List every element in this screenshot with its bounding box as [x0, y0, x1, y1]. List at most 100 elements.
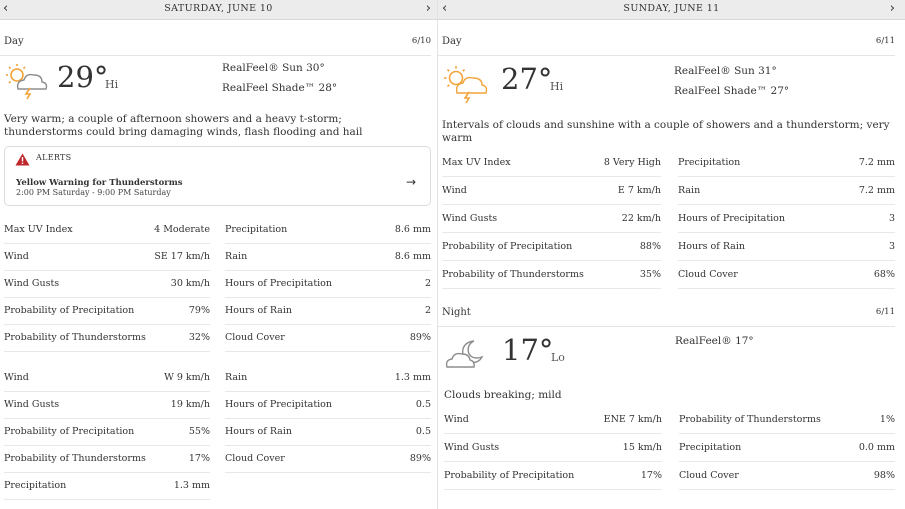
divider	[438, 326, 895, 327]
detail-value: 7.2 mm	[858, 157, 895, 168]
detail-row: Hours of Rain 3	[678, 234, 895, 261]
detail-label: Probability of Thunderstorms	[4, 332, 146, 343]
detail-row: Wind Gusts 19 km/h	[4, 392, 210, 419]
detail-label: Probability of Precipitation	[4, 305, 135, 316]
detail-label: Wind	[4, 372, 29, 383]
detail-value: 0.0 mm	[858, 442, 895, 453]
warning-icon	[15, 153, 30, 166]
detail-label: Precipitation	[4, 480, 67, 491]
alerts-label: ALERTS	[36, 153, 72, 162]
detail-value: 2	[424, 278, 431, 289]
detail-value: 8 Very High	[603, 157, 661, 168]
thunderstorm-sun-icon	[6, 64, 48, 100]
detail-label: Rain	[225, 372, 248, 383]
detail-value: 68%	[873, 269, 895, 280]
detail-row: Hours of Precipitation 2	[225, 271, 431, 298]
detail-value: 15 km/h	[622, 442, 662, 453]
day-high-temperature: 27°	[501, 62, 553, 96]
divider	[438, 55, 895, 56]
detail-label: Wind Gusts	[442, 213, 498, 224]
detail-label: Cloud Cover	[225, 453, 285, 464]
detail-label: Hours of Rain	[225, 426, 293, 437]
detail-row: Probability of Thunderstorms 32%	[4, 325, 210, 352]
detail-label: Hours of Rain	[225, 305, 293, 316]
detail-label: Probability of Thunderstorms	[679, 414, 821, 425]
detail-value: W 9 km/h	[164, 372, 210, 383]
date-navigation-bar: ‹ SUNDAY, JUNE 11 ›	[438, 0, 905, 20]
alert-title[interactable]: Yellow Warning for Thunderstorms	[16, 178, 183, 188]
detail-label: Wind	[4, 251, 29, 262]
date-navigation-bar: ‹ SATURDAY, JUNE 10 ›	[0, 0, 437, 20]
detail-value: 22 km/h	[621, 213, 661, 224]
detail-value: 19 km/h	[170, 399, 210, 410]
detail-label: Wind Gusts	[444, 442, 500, 453]
arrow-right-icon[interactable]: →	[406, 175, 416, 189]
detail-label: Probability of Thunderstorms	[4, 453, 146, 464]
detail-row: Probability of Thunderstorms 17%	[4, 446, 210, 473]
realfeel-sun: RealFeel® Sun 31°	[674, 65, 777, 77]
detail-label: Wind Gusts	[4, 278, 60, 289]
date-title: SATURDAY, JUNE 10	[164, 3, 273, 14]
realfeel-sun: RealFeel® Sun 30°	[222, 62, 325, 74]
detail-row: Wind SE 17 km/h	[4, 244, 210, 271]
detail-value: 0.5	[415, 399, 431, 410]
detail-row: Cloud Cover 68%	[678, 262, 895, 289]
detail-row: Probability of Precipitation 17%	[444, 463, 662, 490]
saturday-forecast-panel: ‹ SATURDAY, JUNE 10 › Day 6/10 29° Hi Re…	[0, 0, 437, 509]
detail-row: Probability of Precipitation 55%	[4, 419, 210, 446]
date-title: SUNDAY, JUNE 11	[623, 3, 720, 14]
hi-label: Hi	[550, 80, 564, 93]
detail-value: 4 Moderate	[154, 224, 210, 235]
detail-row: Cloud Cover 89%	[225, 446, 431, 473]
detail-row: Cloud Cover 98%	[679, 463, 895, 490]
thunderstorm-sun-icon	[444, 66, 488, 104]
detail-value: 8.6 mm	[394, 251, 431, 262]
detail-label: Max UV Index	[442, 157, 511, 168]
detail-row: Probability of Thunderstorms 1%	[679, 407, 895, 434]
night-description: Clouds breaking; mild	[444, 389, 562, 401]
detail-value: 1.3 mm	[394, 372, 431, 383]
detail-value: 79%	[188, 305, 210, 316]
detail-value: 17%	[188, 453, 210, 464]
hi-label: Hi	[105, 78, 119, 91]
day-date: 6/11	[875, 36, 895, 46]
detail-value: 1%	[879, 414, 895, 425]
detail-label: Cloud Cover	[678, 269, 738, 280]
next-day-button[interactable]: ›	[890, 1, 895, 16]
detail-label: Hours of Rain	[678, 241, 746, 252]
detail-value: SE 17 km/h	[154, 251, 210, 262]
cloudy-moon-icon	[445, 340, 484, 368]
detail-row: Wind Gusts 15 km/h	[444, 435, 662, 462]
detail-row: Probability of Precipitation 79%	[4, 298, 210, 325]
detail-value: 2	[424, 305, 431, 316]
detail-row: Max UV Index 4 Moderate	[4, 217, 210, 244]
detail-value: 3	[888, 213, 895, 224]
detail-value: 89%	[409, 453, 431, 464]
night-date: 6/11	[875, 307, 895, 317]
detail-value: 17%	[640, 470, 662, 481]
detail-value: E 7 km/h	[617, 185, 661, 196]
realfeel-night: RealFeel® 17°	[675, 335, 754, 347]
detail-label: Rain	[678, 185, 701, 196]
detail-row: Cloud Cover 89%	[225, 325, 431, 352]
detail-row: Precipitation 0.0 mm	[679, 435, 895, 462]
detail-value: 30 km/h	[170, 278, 210, 289]
detail-row: Hours of Rain 0.5	[225, 419, 431, 446]
detail-value: ENE 7 km/h	[603, 414, 662, 425]
alert-card[interactable]: ALERTS Yellow Warning for Thunderstorms …	[4, 146, 431, 206]
detail-label: Probability of Thunderstorms	[442, 269, 584, 280]
detail-row: Wind E 7 km/h	[442, 178, 661, 205]
detail-label: Max UV Index	[4, 224, 73, 235]
detail-label: Wind	[444, 414, 469, 425]
detail-label: Precipitation	[678, 157, 741, 168]
detail-row: Probability of Thunderstorms 35%	[442, 262, 661, 289]
detail-label: Wind	[442, 185, 467, 196]
next-day-button[interactable]: ›	[426, 1, 431, 16]
detail-value: 1.3 mm	[173, 480, 210, 491]
detail-value: 32%	[188, 332, 210, 343]
detail-row: Max UV Index 8 Very High	[442, 150, 661, 177]
detail-row: Precipitation 8.6 mm	[225, 217, 431, 244]
detail-row: Rain 7.2 mm	[678, 178, 895, 205]
detail-value: 88%	[639, 241, 661, 252]
alert-time: 2:00 PM Saturday - 9:00 PM Saturday	[16, 188, 171, 197]
